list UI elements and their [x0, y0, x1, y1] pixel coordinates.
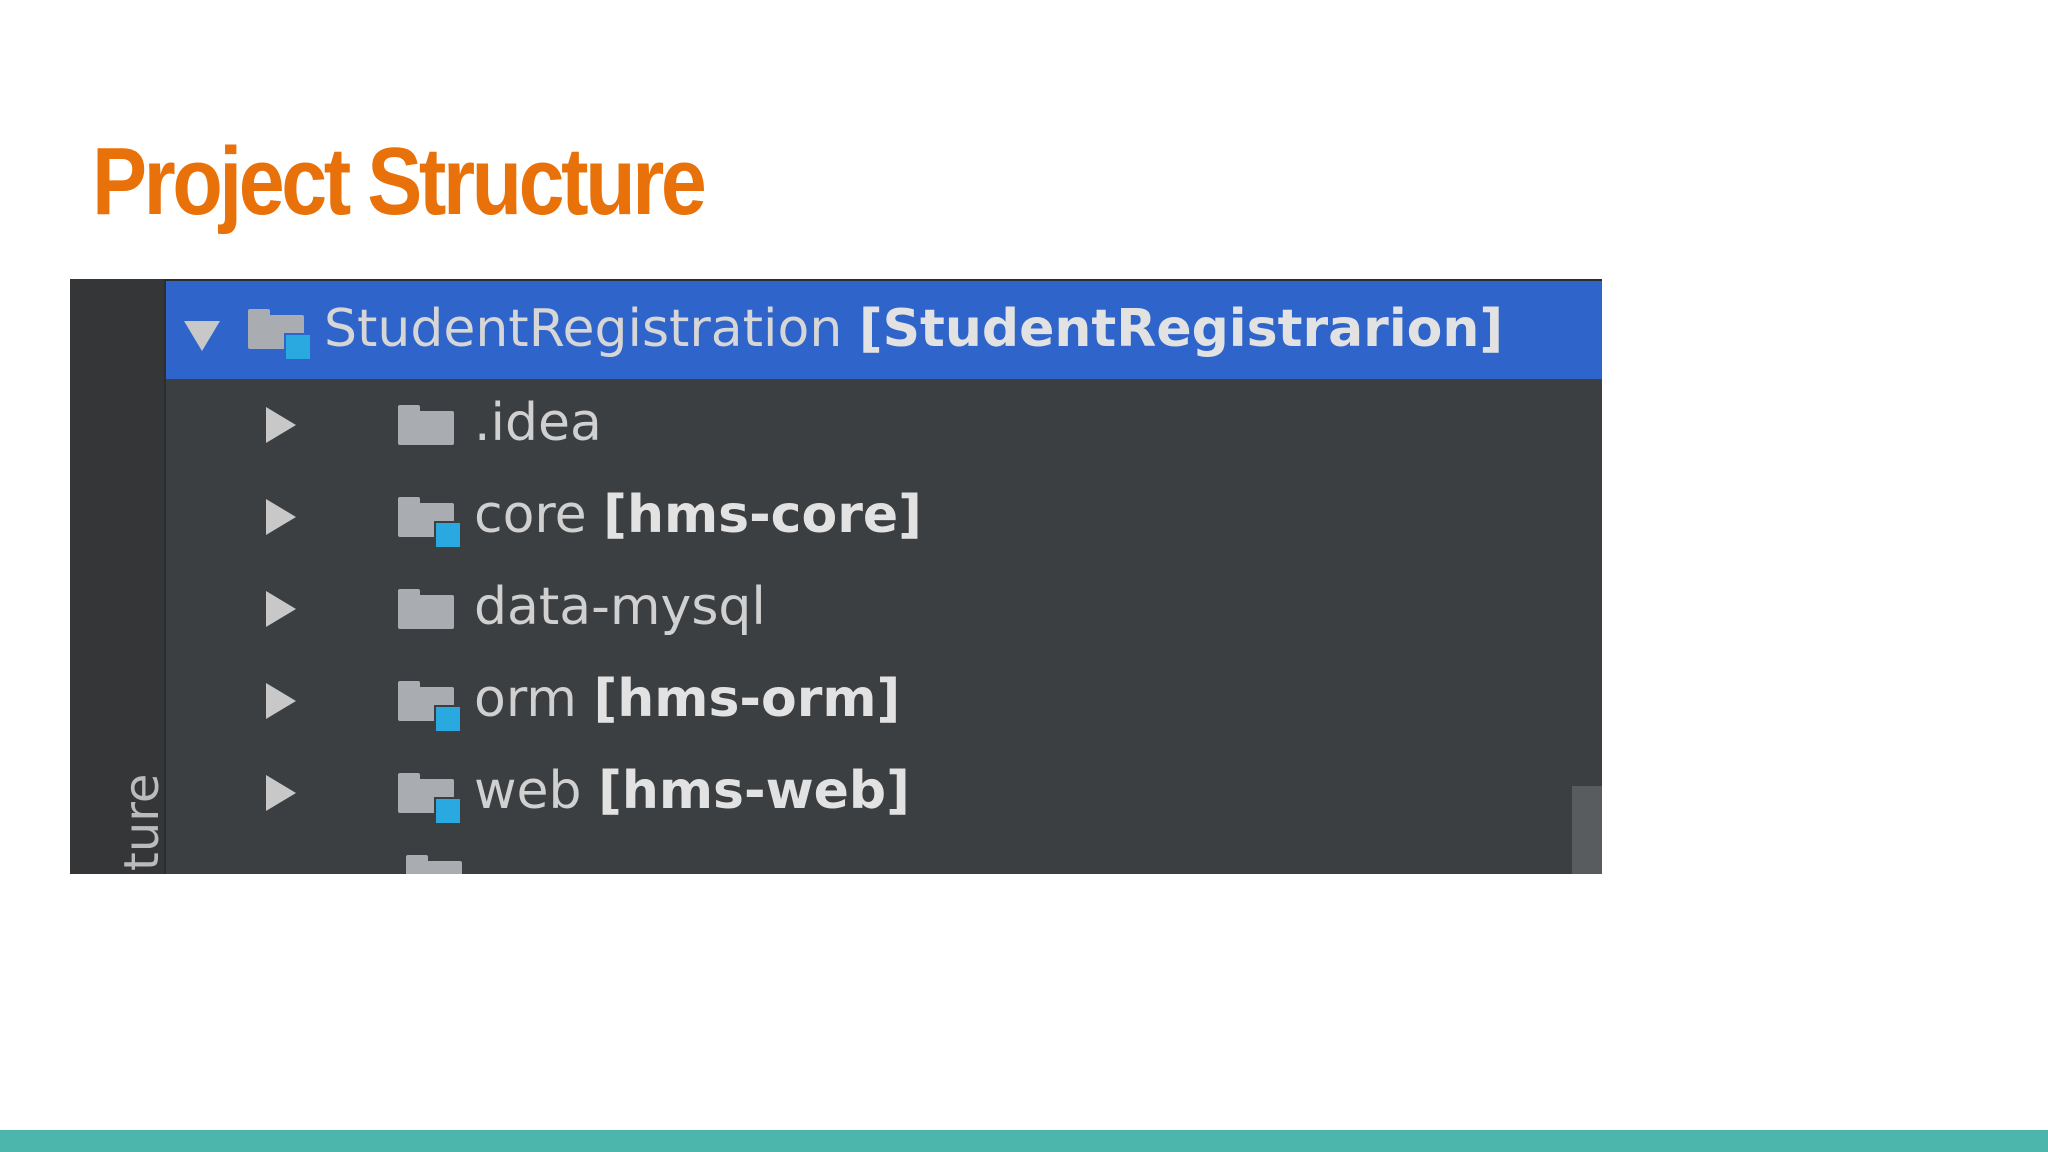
module-folder-icon [398, 497, 462, 549]
tree-item-name: orm [474, 669, 577, 729]
expand-right-icon[interactable] [266, 499, 296, 535]
tree-item-label: data-mysql [474, 577, 766, 637]
tree-item-idea[interactable]: .idea [166, 379, 1602, 471]
tree-item-name: .idea [474, 393, 602, 453]
expand-right-icon[interactable] [266, 775, 296, 811]
tree-item-name: web [474, 761, 582, 821]
tree-item-data-mysql[interactable]: data-mysql [166, 563, 1602, 655]
tree-item-core[interactable]: core [hms-core] [166, 471, 1602, 563]
expand-right-icon[interactable] [266, 683, 296, 719]
tool-window-side-strip: ture [70, 279, 170, 874]
tree-item-label: .idea [474, 393, 602, 453]
tree-item-module: [hms-web] [598, 761, 910, 821]
tree-item-module: [hms-orm] [593, 669, 901, 729]
tree-root-label: StudentRegistration [StudentRegistrarion… [324, 299, 1503, 359]
tree-item-module: [hms-core] [603, 485, 922, 545]
tree-item-label: web [hms-web] [474, 761, 910, 821]
tree-item-name: core [474, 485, 587, 545]
vertical-scrollbar-thumb[interactable] [1572, 786, 1602, 874]
tree-item-label: orm [hms-orm] [474, 669, 900, 729]
module-folder-icon [248, 309, 312, 361]
tree-item-web[interactable]: web [hms-web] [166, 747, 1602, 839]
slide-accent-bar [0, 1130, 2048, 1152]
tree-item-orm[interactable]: orm [hms-orm] [166, 655, 1602, 747]
expand-down-icon[interactable] [184, 321, 220, 351]
folder-icon [406, 855, 462, 874]
folder-icon [398, 589, 454, 629]
slide-title: Project Structure [92, 128, 707, 235]
expand-right-icon[interactable] [266, 591, 296, 627]
tree-item-label: core [hms-core] [474, 485, 922, 545]
folder-icon [398, 405, 454, 445]
project-tree: StudentRegistration [StudentRegistrarion… [166, 279, 1602, 874]
module-folder-icon [398, 773, 462, 825]
module-folder-icon [398, 681, 462, 733]
tree-item-module: [StudentRegistrarion] [858, 299, 1504, 359]
expand-right-icon[interactable] [266, 407, 296, 443]
tree-root-row[interactable]: StudentRegistration [StudentRegistrarion… [166, 279, 1602, 379]
tree-item-cutoff [406, 855, 566, 874]
tree-item-name: data-mysql [474, 577, 766, 637]
structure-side-tab[interactable]: ture [114, 774, 170, 871]
tree-item-name: StudentRegistration [324, 299, 843, 359]
project-tool-window: ture StudentRegistration [StudentRegistr… [70, 279, 1602, 874]
